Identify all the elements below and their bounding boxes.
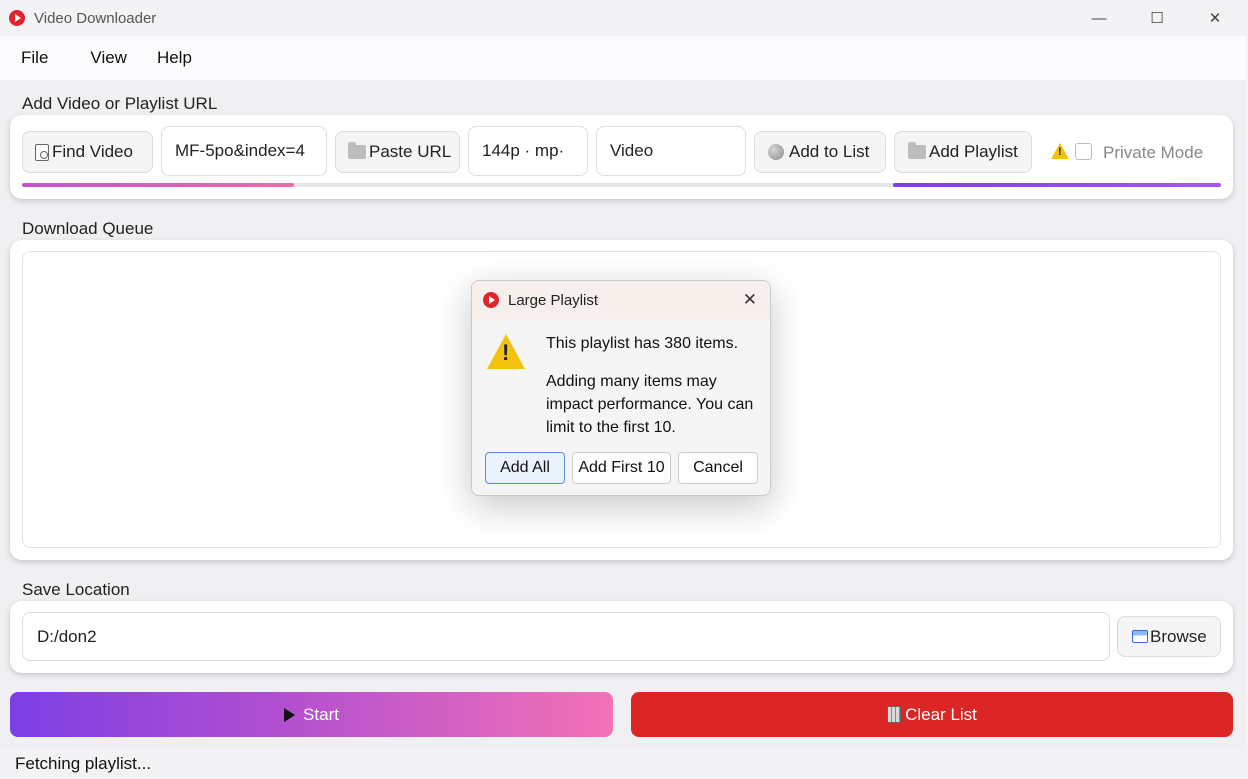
warning-icon: ! xyxy=(487,334,525,369)
title-bar: Video Downloader — ☐ ✕ xyxy=(0,0,1248,36)
private-mode-checkbox[interactable] xyxy=(1075,143,1092,160)
trash-icon xyxy=(887,706,902,723)
quality-select[interactable]: 144p · mp· xyxy=(468,126,588,176)
menu-view[interactable]: View xyxy=(58,48,127,68)
record-icon xyxy=(768,144,784,160)
progress-indicator-right xyxy=(893,183,1221,187)
maximize-icon: ☐ xyxy=(1150,10,1164,27)
close-button[interactable]: ✕ xyxy=(1186,0,1244,36)
find-video-label: Find Video xyxy=(52,142,133,161)
type-select[interactable]: Video xyxy=(596,126,746,176)
add-to-list-label: Add to List xyxy=(789,142,870,161)
private-mode-label: Private Mode xyxy=(1103,143,1204,162)
close-icon: ✕ xyxy=(1208,10,1222,27)
url-card: Find Video MF-5po&index=4 Paste URL 144p… xyxy=(10,115,1233,199)
maximize-button[interactable]: ☐ xyxy=(1128,0,1186,36)
find-video-button[interactable]: Find Video xyxy=(22,131,153,173)
add-all-button[interactable]: Add All xyxy=(485,452,565,484)
clear-list-label: Clear List xyxy=(905,704,977,724)
dialog-title: Large Playlist xyxy=(508,291,599,309)
paste-url-button[interactable]: Paste URL xyxy=(335,131,460,173)
add-playlist-label: Add Playlist xyxy=(929,142,1018,161)
progress-indicator-left xyxy=(22,183,294,187)
dialog-close-icon[interactable]: ✕ xyxy=(743,290,757,310)
start-button[interactable]: Start xyxy=(10,692,613,737)
url-input[interactable]: MF-5po&index=4 xyxy=(161,126,327,176)
save-path-input[interactable]: D:/don2 xyxy=(22,612,1110,661)
queue-section-label: Download Queue xyxy=(22,219,154,238)
play-icon xyxy=(284,707,296,722)
save-card: D:/don2 Browse xyxy=(10,601,1233,673)
cancel-button[interactable]: Cancel xyxy=(678,452,758,484)
folder-icon xyxy=(348,142,366,159)
paste-url-label: Paste URL xyxy=(369,142,452,161)
menu-bar: File View Help xyxy=(0,36,1246,80)
status-text: Fetching playlist... xyxy=(15,754,152,773)
url-section-label: Add Video or Playlist URL xyxy=(22,94,218,113)
start-label: Start xyxy=(303,704,339,724)
warning-icon: ! xyxy=(1051,143,1069,164)
folder-open-icon xyxy=(1132,630,1148,643)
app-logo-icon xyxy=(9,10,25,26)
browse-button[interactable]: Browse xyxy=(1117,616,1221,657)
dialog-detail: Adding many items may impact performance… xyxy=(546,373,754,436)
clear-list-button[interactable]: Clear List xyxy=(631,692,1233,737)
folder-icon xyxy=(908,142,926,159)
dialog-message: This playlist has 380 items. xyxy=(546,335,739,352)
app-logo-icon xyxy=(483,292,499,308)
add-first-10-button[interactable]: Add First 10 xyxy=(572,452,671,484)
add-to-list-button[interactable]: Add to List xyxy=(754,131,886,173)
add-playlist-button[interactable]: Add Playlist xyxy=(894,131,1032,173)
window-title: Video Downloader xyxy=(34,9,157,27)
large-playlist-dialog: Large Playlist ✕ ! This playlist has 380… xyxy=(471,280,771,496)
save-section-label: Save Location xyxy=(22,580,130,599)
menu-file[interactable]: File xyxy=(0,48,48,68)
minimize-icon: — xyxy=(1091,9,1107,27)
menu-help[interactable]: Help xyxy=(137,48,192,68)
search-document-icon xyxy=(35,143,49,161)
dialog-title-bar: Large Playlist ✕ xyxy=(472,281,770,319)
browse-label: Browse xyxy=(1150,626,1207,646)
minimize-button[interactable]: — xyxy=(1070,0,1128,36)
status-bar: Fetching playlist... xyxy=(0,750,1248,779)
